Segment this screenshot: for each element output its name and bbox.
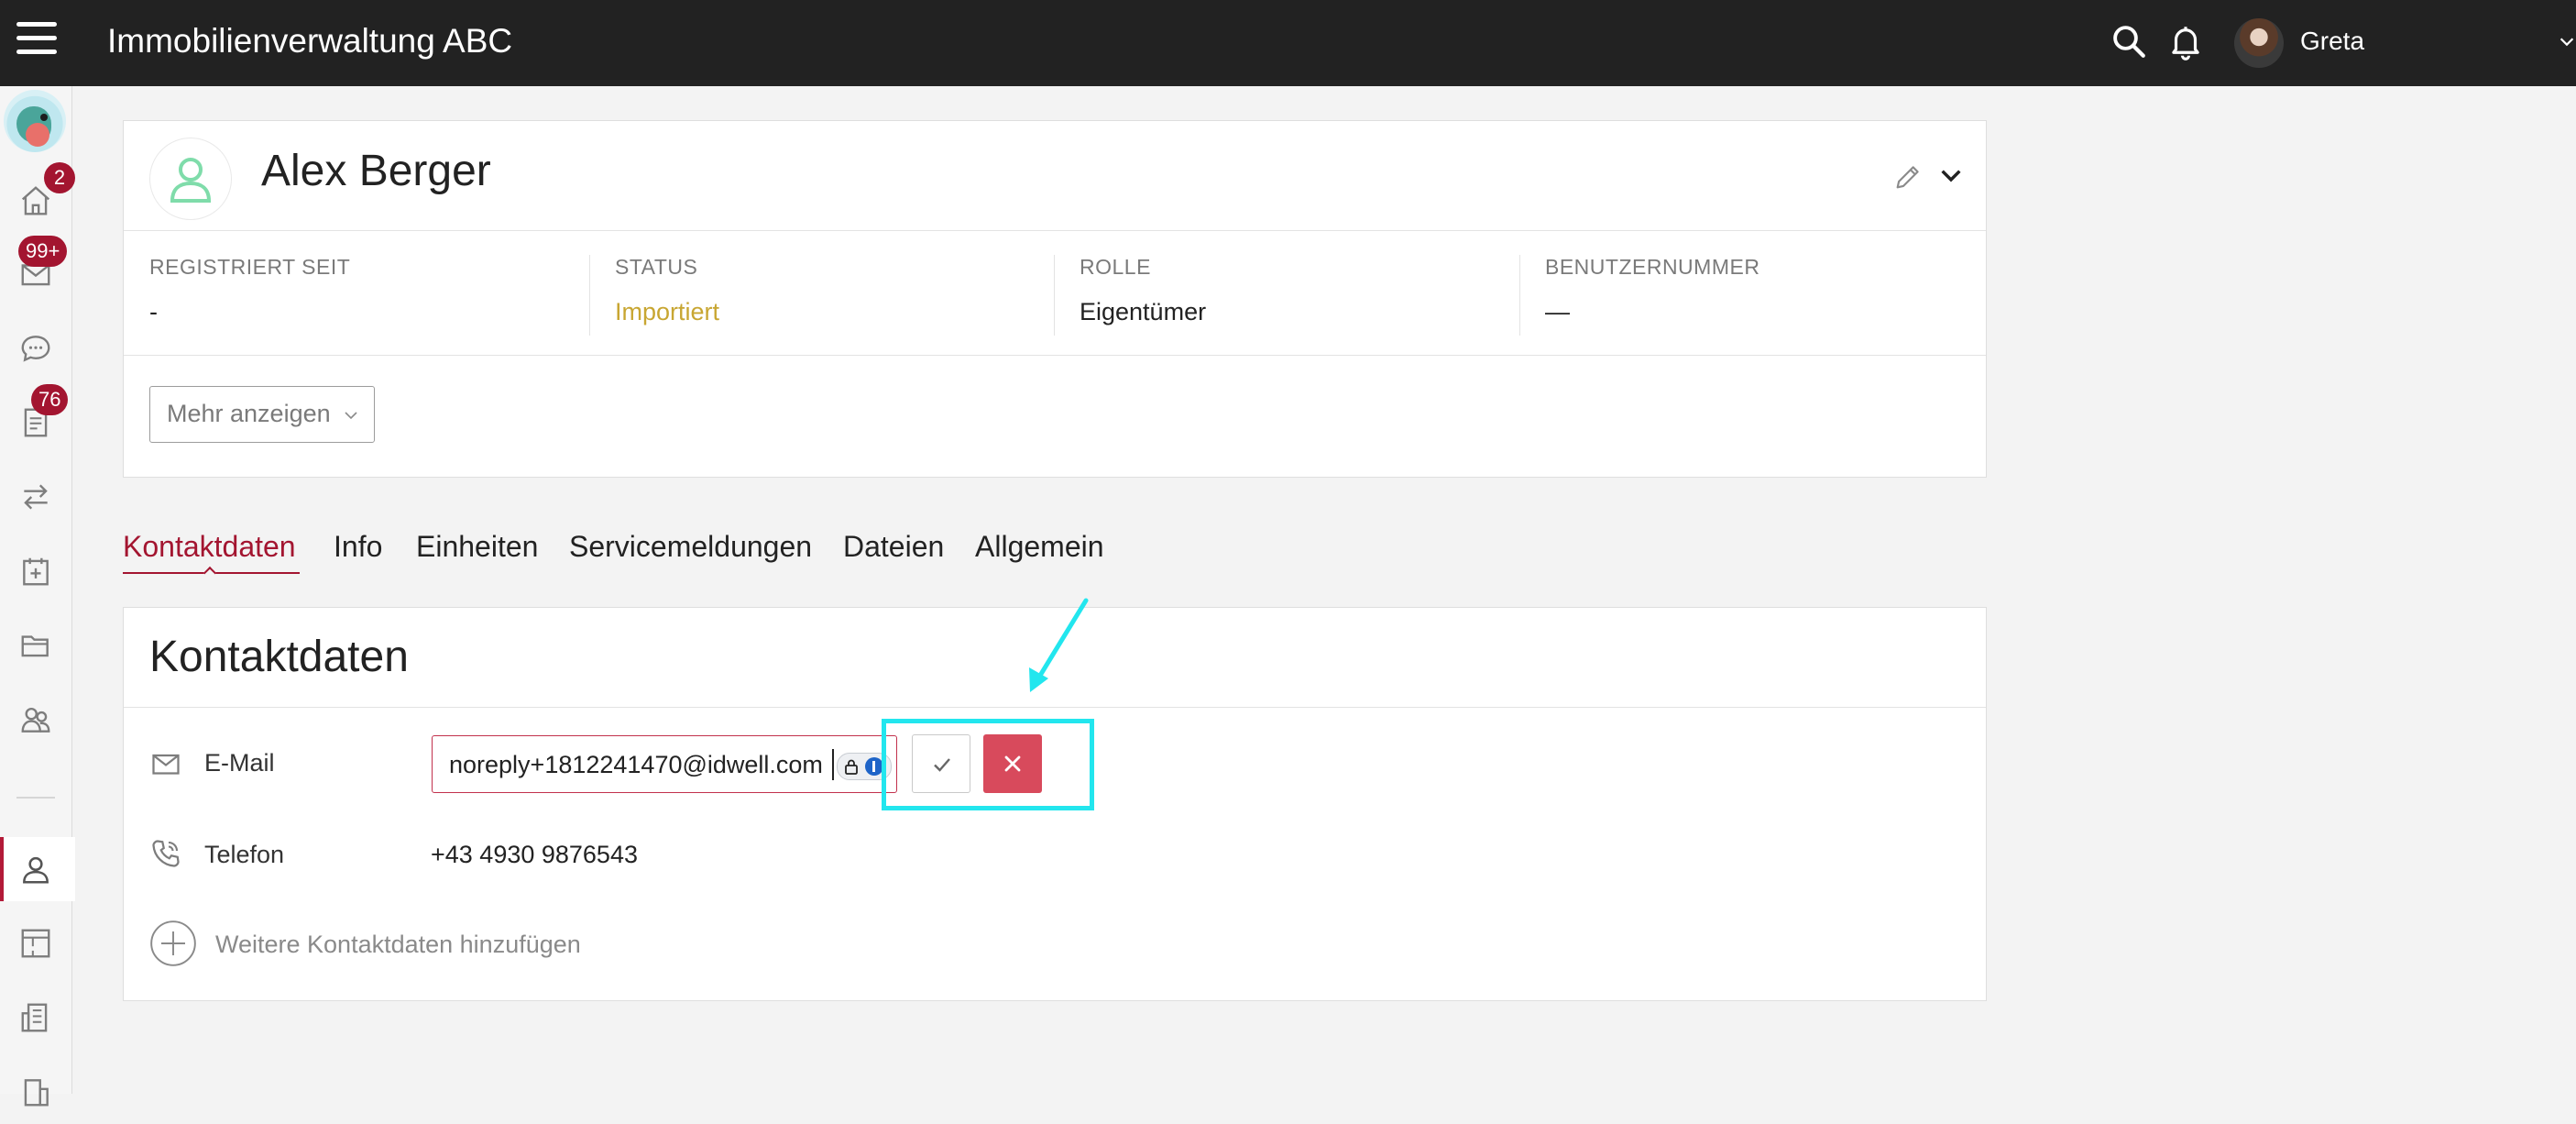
annotation-highlight-box <box>882 719 1094 810</box>
field-divider <box>589 255 590 336</box>
mail-icon <box>152 754 180 775</box>
menu-icon[interactable] <box>16 22 57 62</box>
email-field[interactable]: noreply+1812241470@idwell.com <box>432 735 897 793</box>
field-value: - <box>149 298 158 325</box>
transfer-arrows-icon <box>24 484 48 510</box>
sidebar-item-calendar[interactable] <box>0 539 71 603</box>
top-bar: Immobilienverwaltung ABC Greta <box>0 0 2576 86</box>
sidebar-item-buildings[interactable] <box>0 986 71 1050</box>
field-value: — <box>1545 298 1570 325</box>
sidebar-divider <box>16 797 55 799</box>
contact-avatar <box>149 138 232 220</box>
sidebar-item-units[interactable] <box>0 911 71 975</box>
text-cursor <box>832 749 834 780</box>
user-avatar-icon <box>170 158 212 203</box>
tab-dateien[interactable]: Dateien <box>843 530 944 564</box>
tab-allgemein[interactable]: Allgemein <box>975 530 1104 564</box>
field-role: ROLLE Eigentümer <box>1080 255 1206 347</box>
field-label: BENUTZERNUMMER <box>1545 255 1760 279</box>
phone-icon <box>152 840 180 867</box>
field-label: ROLLE <box>1080 255 1151 279</box>
user-name[interactable]: Greta <box>2300 27 2364 56</box>
building-icon <box>21 1003 48 1032</box>
add-contact-data-link[interactable]: Weitere Kontaktdaten hinzufügen <box>215 931 581 959</box>
tab-info[interactable]: Info <box>334 530 382 564</box>
lock-icon <box>845 759 858 775</box>
sidebar-item-messages[interactable] <box>0 316 71 380</box>
users-group-icon <box>21 707 50 733</box>
sidebar: 2 99+ 76 <box>0 86 75 1107</box>
email-label: E-Mail <box>204 749 275 777</box>
app-title: Immobilienverwaltung ABC <box>107 22 513 60</box>
divider <box>124 707 1986 708</box>
tab-kontaktdaten[interactable]: Kontaktdaten <box>123 530 296 564</box>
password-manager-icon <box>865 757 883 776</box>
tab-servicemeldungen[interactable]: Servicemeldungen <box>569 530 812 564</box>
divider <box>124 355 1986 356</box>
add-circle-icon[interactable] <box>149 920 197 967</box>
sidebar-item-transactions[interactable] <box>0 465 71 529</box>
annotation-arrow-icon <box>1029 598 1089 692</box>
field-divider <box>1519 255 1520 336</box>
pencil-edit-icon[interactable] <box>1892 161 1924 193</box>
status-value: Importiert <box>615 298 720 325</box>
active-tab-notch <box>203 566 217 580</box>
chat-bubble-icon <box>21 336 50 362</box>
field-value: Eigentümer <box>1080 298 1207 325</box>
notification-bell-icon[interactable] <box>2166 22 2205 61</box>
sidebar-item-contacts[interactable] <box>0 837 75 901</box>
folder-icon <box>21 635 49 657</box>
phone-label: Telefon <box>204 841 285 868</box>
documents-badge: 76 <box>31 384 69 415</box>
divider <box>124 230 1986 231</box>
chevron-down-icon[interactable] <box>2557 31 2576 51</box>
section-title: Kontaktdaten <box>149 633 409 681</box>
sidebar-item-groups[interactable] <box>0 688 71 752</box>
contact-name: Alex Berger <box>261 147 491 195</box>
calendar-add-icon <box>23 557 49 586</box>
sidebar-item-files[interactable] <box>0 613 71 678</box>
chevron-down-icon <box>345 412 357 420</box>
floorplan-icon <box>21 929 50 958</box>
field-label: STATUS <box>615 255 698 279</box>
search-icon[interactable] <box>2110 22 2148 61</box>
show-more-label: Mehr anzeigen <box>167 400 331 427</box>
field-divider <box>1054 255 1055 336</box>
tab-einheiten[interactable]: Einheiten <box>416 530 538 564</box>
chevron-down-icon[interactable] <box>1936 161 1966 191</box>
show-more-button[interactable]: Mehr anzeigen <box>149 386 375 443</box>
field-registered-since: REGISTRIERT SEIT - <box>149 255 350 347</box>
user-avatar[interactable] <box>2234 18 2284 68</box>
email-value: noreply+1812241470@idwell.com <box>449 751 823 778</box>
property-icon <box>24 1079 49 1107</box>
mail-badge: 99+ <box>18 236 68 267</box>
field-user-number: BENUTZERNUMMER — <box>1545 255 1759 347</box>
user-icon <box>23 856 49 884</box>
sidebar-item-properties[interactable] <box>0 1060 71 1124</box>
field-status: STATUS Importiert <box>615 255 719 347</box>
profile-card: Alex Berger REGISTRIERT SEIT - STATUS Im… <box>123 120 1987 478</box>
app-logo[interactable] <box>4 90 66 152</box>
phone-value: +43 4930 9876543 <box>431 841 638 868</box>
home-badge: 2 <box>44 162 75 193</box>
field-label: REGISTRIERT SEIT <box>149 255 351 279</box>
